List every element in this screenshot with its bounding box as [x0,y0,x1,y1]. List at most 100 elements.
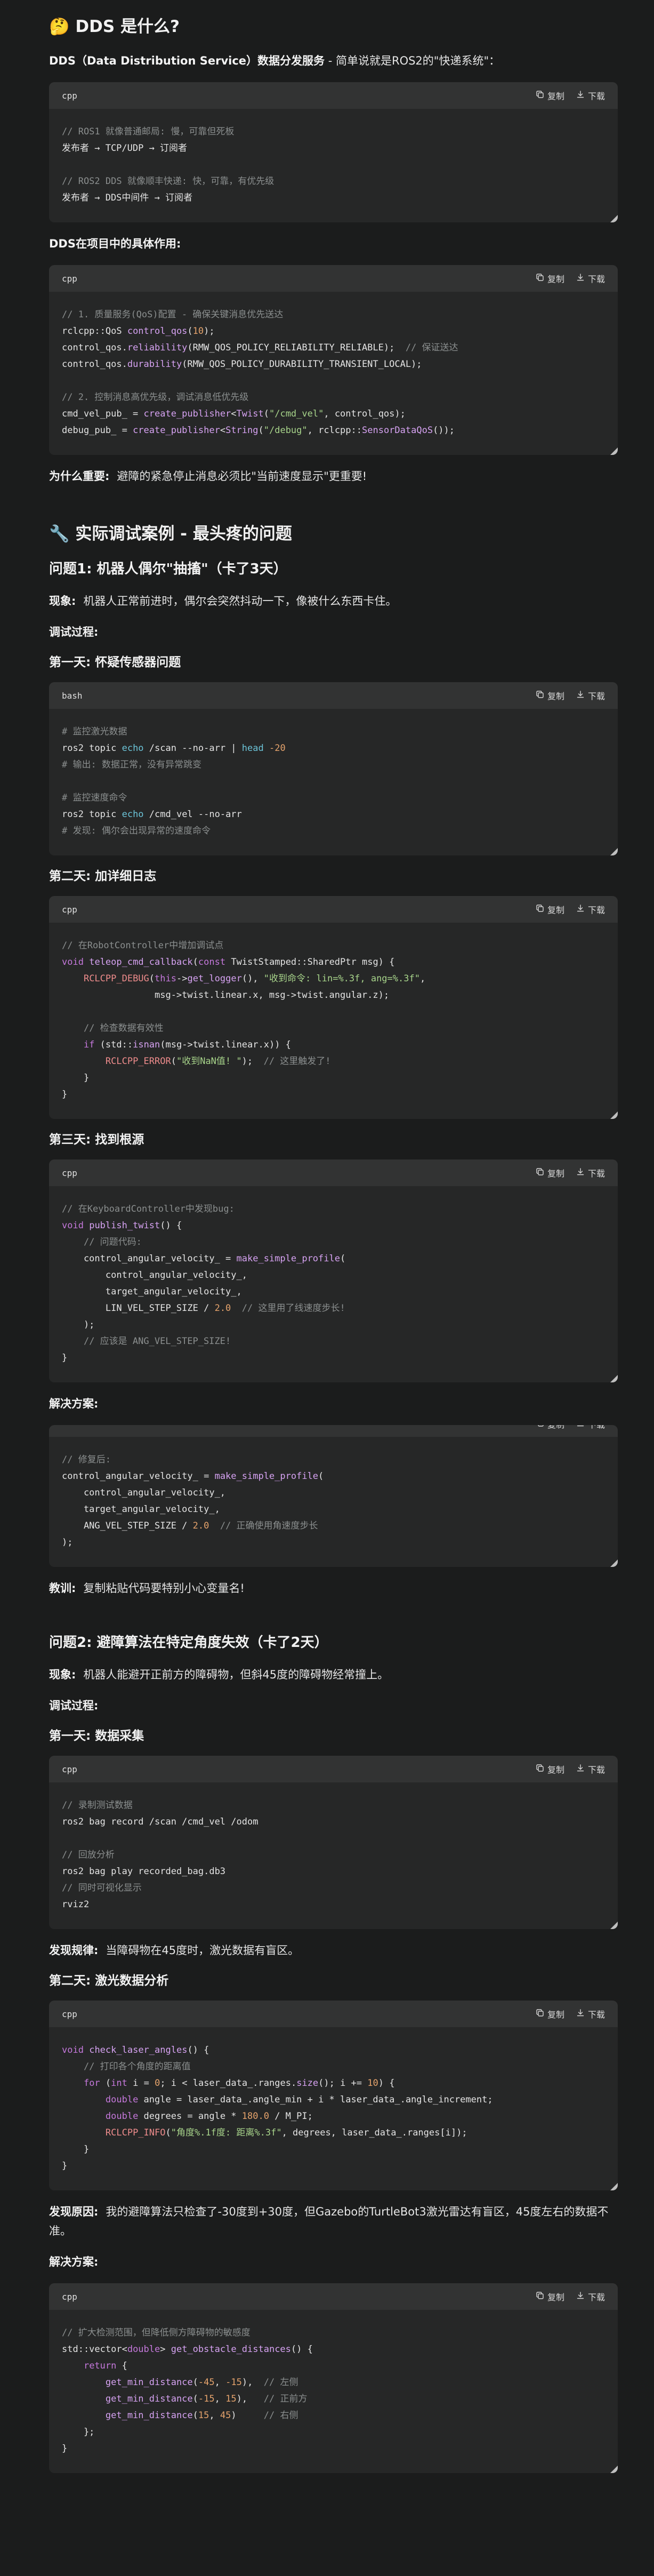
copy-label: 复制 [547,2010,564,2020]
code-block: cpp 复制 下载 // ROS1 就像普通邮局: 慢，可靠但死板 发布者 → TCP/… [49,82,618,222]
problem2-symptom: 现象: 机器人能避开正前方的障碍物，但斜45度的障碍物经常撞上。 [49,1665,618,1684]
lesson-label: 教训: [49,1582,76,1595]
code-line: // 检查数据有效性 [62,1020,605,1037]
download-button[interactable]: 下载 [576,903,605,916]
resize-handle[interactable] [610,2466,618,2473]
copy-button[interactable]: 复制 [536,1763,564,1775]
code-token: this [155,973,176,984]
code-token: // 右侧 [263,2410,298,2421]
code-block: cpp 复制 下载 // 录制测试数据 ros2 bag record /scan /c… [49,1756,618,1929]
resize-handle[interactable] [610,1375,618,1382]
code-line: // 同时可视化显示 [62,1880,605,1897]
code-line: control_qos.reliability(RMW_QOS_POLICY_R… [62,340,605,356]
code-token: } [62,2161,68,2171]
code-toolbar: 复制 下载 [536,1425,605,1430]
code-line: 发布者 → TCP/UDP → 订阅者 [62,140,605,157]
code-line: // 打印各个角度的距离值 [62,2059,605,2075]
code-token: , rclcpp:: [307,425,362,436]
code-block: cpp 复制 下载 // 在RobotController中增加调试点 void tel… [49,896,618,1119]
code-toolbar: 复制 下载 [536,2007,605,2020]
download-button[interactable]: 下载 [576,272,605,285]
download-label: 下载 [587,2010,605,2020]
copy-button[interactable]: 复制 [536,2007,564,2020]
code-token: }; [62,2427,95,2437]
code-token: control_angular_velocity_ = [62,1253,237,1264]
code-token: // 问题代码: [83,1237,142,1247]
resize-handle[interactable] [610,447,618,455]
code-toolbar: 复制 下载 [536,272,605,285]
copy-label: 复制 [547,1765,564,1775]
code-block: 复制 下载 // 修复后: control_angular_velocity_ = m… [49,1425,618,1567]
code-token: -45 [198,2377,215,2388]
copy-button[interactable]: 复制 [536,89,564,102]
code-line: } [62,1086,605,1103]
code-token: ( [340,1253,346,1264]
code-line: // ROS2 DDS 就像顺丰快递: 快，可靠，有优先级 [62,173,605,190]
copy-button[interactable]: 复制 [536,1425,564,1430]
copy-button[interactable]: 复制 [536,689,564,702]
dds-usage-label: DDS在项目中的具体作用: [49,237,181,250]
code-token: get_min_distance [105,2377,193,2388]
code-line: } [62,1350,605,1366]
resize-handle[interactable] [610,215,618,222]
resize-handle[interactable] [610,1922,618,1929]
code-token: "收到NaN值! " [176,1056,242,1067]
section-title-dds: 🤔 DDS 是什么? [49,17,180,36]
dds-intro: DDS（Data Distribution Service）数据分发服务 - 简… [49,51,618,70]
debug-process-heading: 调试过程: [49,622,618,642]
download-button[interactable]: 下载 [576,89,605,102]
problem1-symptom: 现象: 机器人正常前进时，偶尔会突然抖动一下，像被什么东西卡住。 [49,591,618,611]
code-token: 发布者 → TCP/UDP → 订阅者 [62,143,188,154]
code-token: control_qos. [62,359,127,370]
code-token: create_publisher [133,425,220,436]
code-line: ); [62,1317,605,1333]
code-token: ANG_VEL_STEP_SIZE / [62,1521,193,1531]
code-toolbar: 复制 下载 [536,89,605,102]
download-button[interactable]: 下载 [576,2290,605,2303]
download-button[interactable]: 下载 [576,2007,605,2020]
download-button[interactable]: 下载 [576,1166,605,1179]
copy-button[interactable]: 复制 [536,903,564,916]
code-block: bash 复制 下载 # 监控激光数据 ros2 topic echo /scan --… [49,682,618,855]
code-token: get_min_distance [105,2410,193,2421]
code-token: ros2 bag play recorded_bag.db3 [62,1866,226,1877]
code-line: void teleop_cmd_callback(const TwistStam… [62,954,605,971]
code-token: debug_pub_ = [62,425,133,436]
code-line: }; [62,2424,605,2441]
problem2-day1: 第一天: 数据采集 [49,1729,144,1743]
code-line: # 监控激光数据 [62,724,605,740]
code-token: } [62,1073,90,1083]
code-line: return { [62,2358,605,2374]
resize-handle[interactable] [610,848,618,855]
copy-button[interactable]: 复制 [536,1166,564,1179]
download-icon [576,1764,585,1774]
code-token: RCLCPP_DEBUG [83,973,149,984]
code-token: head [241,743,264,754]
code-line: } [62,2441,605,2457]
code-token: ( [263,409,269,419]
code-token: publish_twist [89,1220,160,1231]
download-button[interactable]: 下载 [576,1425,605,1430]
code-line: ros2 topic echo /cmd_vel --no-arr [62,806,605,823]
download-button[interactable]: 下载 [576,1763,605,1775]
code-token: # 监控速度命令 [62,793,127,803]
copy-button[interactable]: 复制 [536,2290,564,2303]
download-button[interactable]: 下载 [576,689,605,702]
resize-handle[interactable] [610,1559,618,1567]
code-token: ( [100,2078,111,2089]
resize-handle[interactable] [610,1111,618,1119]
code-token: control_qos. [62,342,127,353]
code-token: , [419,973,426,984]
copy-button[interactable]: 复制 [536,272,564,285]
code-token: // 正确使用角速度步长 [220,1521,318,1531]
code-header: cpp 复制 下载 [49,896,618,923]
resize-handle[interactable] [610,2183,618,2190]
code-toolbar: 复制 下载 [536,689,605,702]
